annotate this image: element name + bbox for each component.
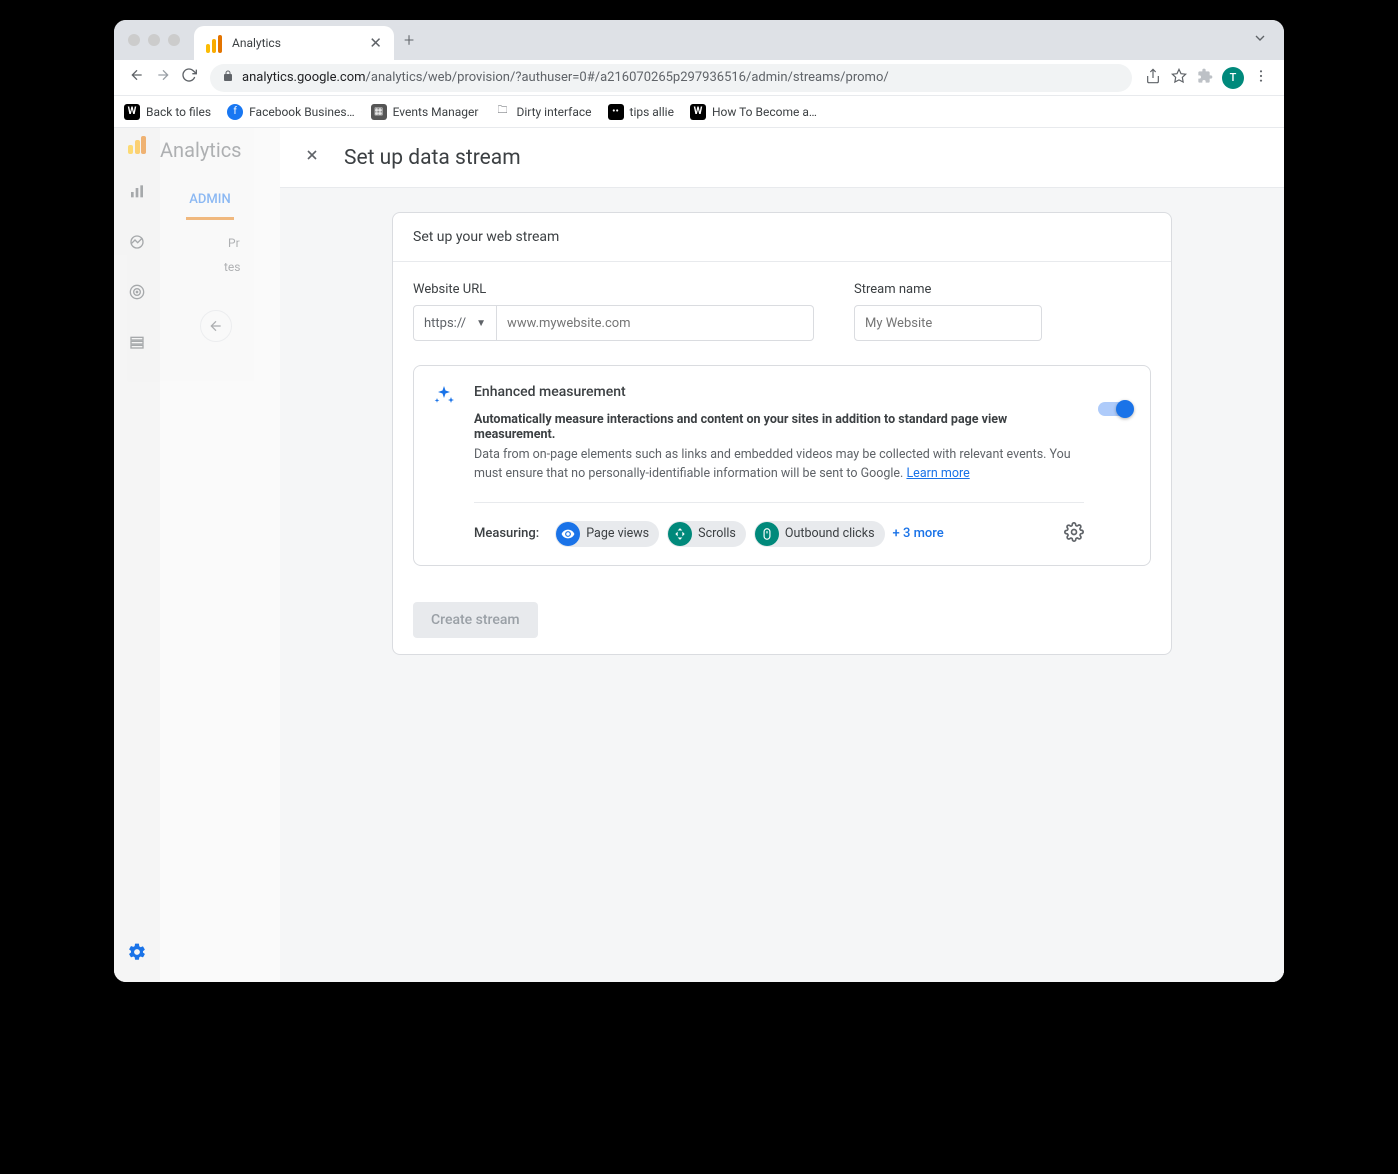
more-chips-link[interactable]: + 3 more: [893, 526, 944, 541]
chip-label: Scrolls: [698, 526, 736, 541]
page-body: Set up your web stream Website URL https…: [280, 188, 1284, 982]
create-stream-button[interactable]: Create stream: [413, 602, 538, 638]
eye-icon: [556, 522, 580, 546]
measuring-label: Measuring:: [474, 526, 539, 541]
bookmark-label: Events Manager: [393, 105, 479, 119]
configure-icon[interactable]: [129, 334, 145, 354]
forward-button[interactable]: [150, 67, 176, 88]
close-icon[interactable]: [304, 147, 320, 168]
chip-label: Page views: [586, 526, 649, 541]
scroll-icon: [668, 522, 692, 546]
chip-page-views: Page views: [555, 521, 659, 547]
titlebar: Analytics ✕ +: [114, 20, 1284, 60]
chevron-down-icon: ▼: [476, 318, 486, 329]
minimize-window-icon[interactable]: [148, 34, 160, 46]
measuring-row: Measuring: Page views Scrolls: [474, 521, 1084, 547]
back-arrow-button[interactable]: [200, 310, 232, 342]
facebook-icon: f: [227, 104, 243, 120]
bookmark-events[interactable]: ▦ Events Manager: [371, 104, 479, 120]
bg-text: Pr: [228, 236, 280, 250]
back-button[interactable]: [124, 67, 150, 88]
chip-label: Outbound clicks: [785, 526, 875, 541]
setup-card: Set up your web stream Website URL https…: [392, 212, 1172, 655]
bookmarks-bar: W Back to files f Facebook Busines… ▦ Ev…: [114, 96, 1284, 128]
overlay-page: Set up data stream Set up your web strea…: [280, 128, 1284, 982]
close-window-icon[interactable]: [128, 34, 140, 46]
gear-icon[interactable]: [1064, 522, 1084, 546]
bg-text: tes: [224, 260, 280, 274]
star-icon[interactable]: [1166, 68, 1192, 88]
ga-background-panel: Analytics ADMIN Pr tes: [160, 128, 280, 982]
maximize-window-icon[interactable]: [168, 34, 180, 46]
new-tab-button[interactable]: +: [404, 30, 414, 51]
url-domain: analytics.google.com: [242, 70, 366, 85]
bookmark-back-to-files[interactable]: W Back to files: [124, 104, 211, 120]
chip-outbound: Outbound clicks: [754, 521, 885, 547]
explore-icon[interactable]: [129, 234, 145, 254]
sparkle-icon: [432, 384, 460, 547]
card-heading: Set up your web stream: [393, 213, 1171, 262]
reports-icon[interactable]: [129, 184, 145, 204]
stream-name-label: Stream name: [854, 282, 1151, 297]
bookmark-label: tips allie: [630, 105, 674, 119]
enhanced-toggle[interactable]: [1098, 402, 1132, 416]
advertising-icon[interactable]: [129, 284, 145, 304]
website-url-label: Website URL: [413, 282, 814, 297]
enhanced-desc-sub: Data from on-page elements such as links…: [474, 446, 1084, 484]
lock-icon: [222, 70, 234, 85]
enhanced-title: Enhanced measurement: [474, 384, 1084, 400]
bookmark-icon: W: [690, 104, 706, 120]
stream-name-input[interactable]: [854, 305, 1042, 341]
bookmark-dirty[interactable]: 🗀 Dirty interface: [494, 104, 591, 120]
admin-tab[interactable]: ADMIN: [186, 192, 234, 220]
url-bar: analytics.google.com/analytics/web/provi…: [114, 60, 1284, 96]
close-tab-icon[interactable]: ✕: [369, 34, 382, 52]
bookmark-label: Back to files: [146, 105, 211, 119]
address-field[interactable]: analytics.google.com/analytics/web/provi…: [210, 64, 1132, 92]
tab-title: Analytics: [232, 36, 359, 50]
bookmark-facebook[interactable]: f Facebook Busines…: [227, 104, 355, 120]
reload-button[interactable]: [176, 67, 202, 88]
tabs-menu-icon[interactable]: [1252, 30, 1268, 50]
ga-left-rail: [114, 128, 160, 982]
product-label: Analytics: [160, 138, 280, 162]
bookmark-tips[interactable]: •• tips allie: [608, 104, 674, 120]
protocol-select[interactable]: https:// ▼: [413, 305, 497, 341]
form-row: Website URL https:// ▼: [413, 282, 1151, 341]
share-icon[interactable]: [1140, 68, 1166, 88]
bookmark-label: Facebook Busines…: [249, 105, 355, 119]
chip-scrolls: Scrolls: [667, 521, 746, 547]
kebab-menu-icon[interactable]: [1248, 68, 1274, 88]
ga-logo-icon: [128, 136, 146, 154]
browser-tab[interactable]: Analytics ✕: [194, 26, 394, 60]
medium-icon: ••: [608, 104, 624, 120]
page-title: Set up data stream: [344, 146, 521, 170]
ga-logo-icon: [206, 35, 222, 51]
bookmark-label: Dirty interface: [516, 105, 591, 119]
admin-gear-icon[interactable]: [114, 942, 160, 966]
enhanced-desc-bold: Automatically measure interactions and c…: [474, 412, 1084, 442]
events-icon: ▦: [371, 104, 387, 120]
bookmark-howto[interactable]: W How To Become a…: [690, 104, 817, 120]
avatar[interactable]: T: [1222, 67, 1244, 89]
mouse-icon: [755, 522, 779, 546]
protocol-value: https://: [424, 316, 466, 331]
folder-icon: 🗀: [494, 104, 510, 120]
window-controls: [128, 34, 180, 46]
bookmark-icon: W: [124, 104, 140, 120]
bookmark-label: How To Become a…: [712, 105, 817, 119]
browser-window: Analytics ✕ + analytics.google.com/analy…: [114, 20, 1284, 982]
website-url-input[interactable]: [497, 305, 814, 341]
enhanced-measurement-block: Enhanced measurement Automatically measu…: [413, 365, 1151, 566]
page-header: Set up data stream: [280, 128, 1284, 188]
extensions-icon[interactable]: [1192, 68, 1218, 88]
learn-more-link[interactable]: Learn more: [906, 466, 969, 481]
page-content: Analytics ADMIN Pr tes Set up data strea…: [114, 128, 1284, 982]
url-path: /analytics/web/provision/?authuser=0#/a2…: [366, 70, 889, 85]
